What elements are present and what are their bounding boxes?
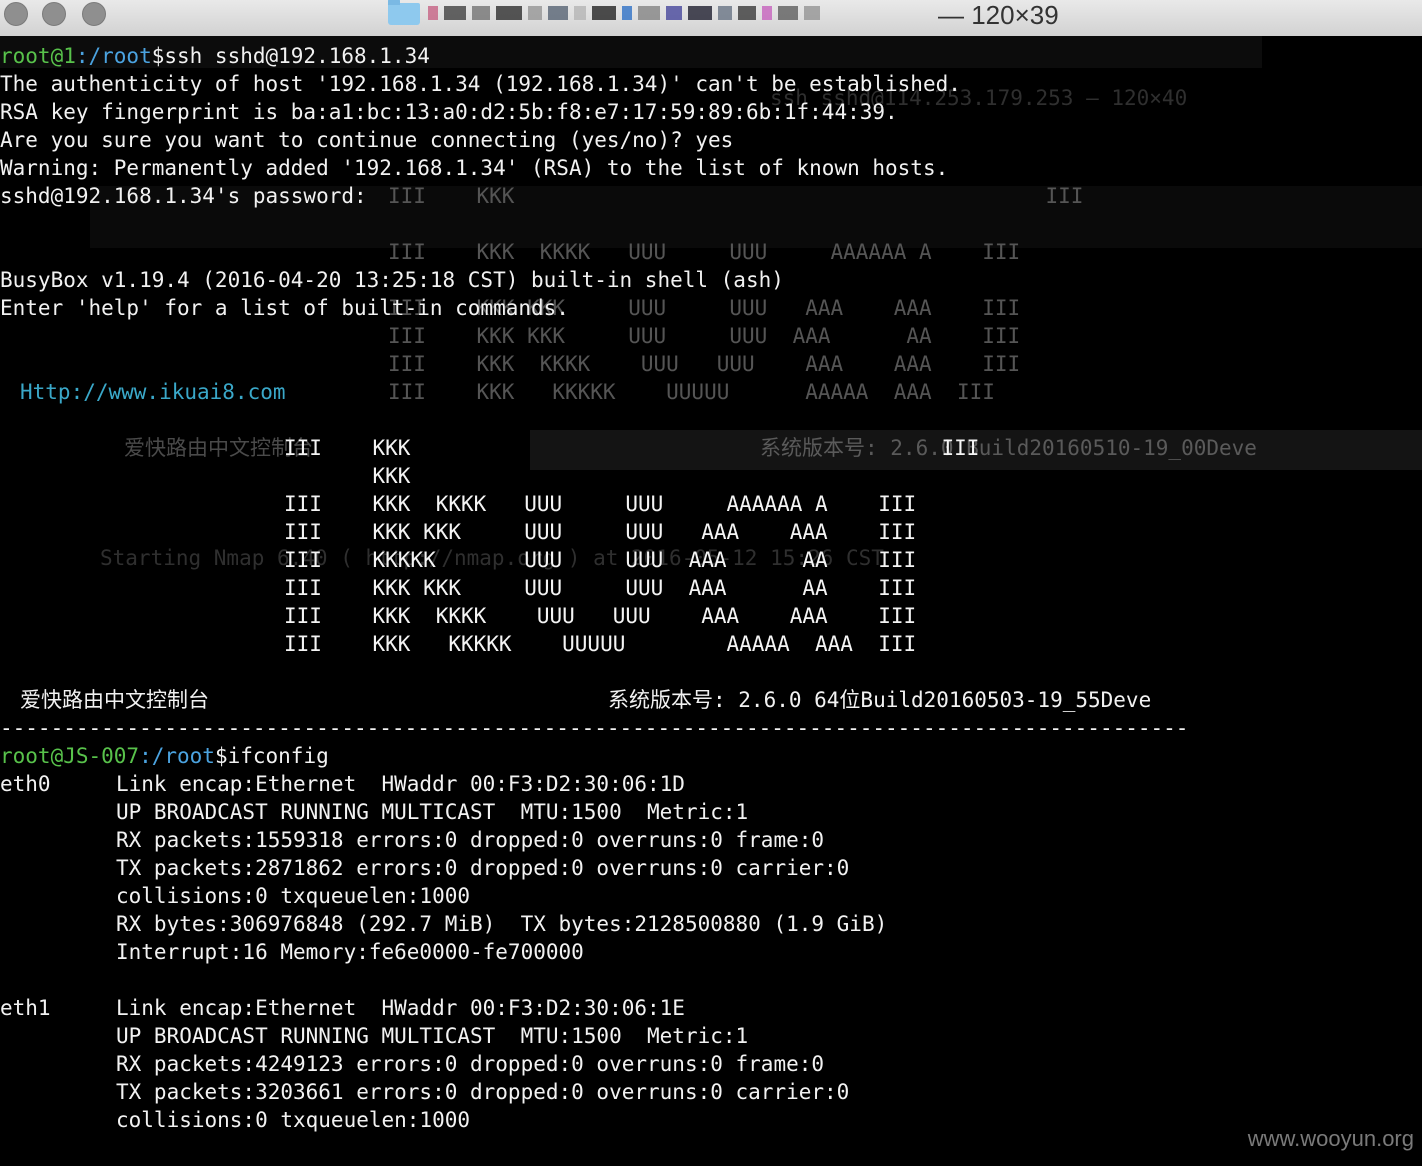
watermark: www.wooyun.org	[1247, 1126, 1414, 1151]
ascii-art-line: III KKK KKK UUU UUU AAA AAA III	[284, 520, 917, 544]
prompt-user: root@JS-007	[0, 744, 140, 768]
console-version: 系统版本号: 2.6.0 64位Build20160503-19_55Deve	[608, 688, 1152, 712]
ifconfig-line: UP BROADCAST RUNNING MULTICAST MTU:1500 …	[116, 800, 749, 824]
ifconfig-line: TX packets:2871862 errors:0 dropped:0 ov…	[116, 856, 850, 880]
ifconfig-line: RX packets:4249123 errors:0 dropped:0 ov…	[116, 1052, 825, 1076]
ssh-output-line: Warning: Permanently added '192.168.1.34…	[0, 156, 949, 180]
terminal-content[interactable]: ssh sshd@114.253.179.253 — 120×40 Starti…	[0, 36, 1422, 1166]
divider-line: ----------------------------------------…	[0, 716, 1190, 740]
ifconfig-prompt-line: root@JS-007:/root$ifconfig	[0, 742, 329, 770]
ascii-art-line: III KKK III	[284, 436, 980, 460]
window-titlebar: — 120×39	[0, 0, 1422, 37]
zoom-window-button[interactable]	[82, 2, 106, 26]
ascii-art-line: III KKK KKKKK UUUUU AAAAA AAA III	[284, 632, 917, 656]
prompt-command: $ifconfig	[214, 744, 329, 768]
prompt-path: :/root	[75, 44, 152, 68]
ssh-output-line: The authenticity of host '192.168.1.34 (…	[0, 72, 961, 96]
close-window-button[interactable]	[4, 2, 28, 26]
ssh-output-line: Are you sure you want to continue connec…	[0, 128, 734, 152]
window-title: — 120×39	[938, 0, 1059, 30]
ifconfig-line: Link encap:Ethernet HWaddr 00:F3:D2:30:0…	[116, 772, 685, 796]
busybox-line: BusyBox v1.19.4 (2016-04-20 13:25:18 CST…	[0, 268, 784, 292]
minimize-window-button[interactable]	[42, 2, 66, 26]
ssh-output-line: RSA key fingerprint is ba:a1:bc:13:a0:d2…	[0, 100, 898, 124]
ascii-art-line: KKK	[284, 464, 411, 488]
ascii-art-line: III KKK KKKK UUU UUU AAAAAA A III	[284, 492, 917, 516]
banner-url: Http://www.ikuai8.com	[20, 380, 286, 404]
ssh-prompt-line: root@1:/root$ssh sshd@192.168.1.34	[0, 42, 430, 70]
ascii-art-line: III KKKKK UUU UUU AAA AA III	[284, 548, 917, 572]
ascii-art-line: III KKK KKKK UUU UUU AAA AAA III	[284, 604, 917, 628]
redacted-title-mosaic	[428, 2, 938, 24]
ifconfig-line: RX packets:1559318 errors:0 dropped:0 ov…	[116, 828, 825, 852]
ifconfig-line: TX packets:3203661 errors:0 dropped:0 ov…	[116, 1080, 850, 1104]
ascii-art-line: III KKK KKK UUU UUU AAA AA III	[284, 576, 917, 600]
ifconfig-line: UP BROADCAST RUNNING MULTICAST MTU:1500 …	[116, 1024, 749, 1048]
ssh-output-line: sshd@192.168.1.34's password:	[0, 184, 367, 208]
console-name: 爱快路由中文控制台	[20, 688, 209, 712]
ifconfig-line: Interrupt:16 Memory:fe6e0000-fe700000	[116, 940, 584, 964]
busybox-line: Enter 'help' for a list of built-in comm…	[0, 296, 569, 320]
interface-name: eth1	[0, 996, 51, 1020]
folder-icon	[388, 0, 420, 25]
ifconfig-line: collisions:0 txqueuelen:1000	[116, 1108, 471, 1132]
prompt-path: :/root	[139, 744, 215, 768]
ifconfig-line: collisions:0 txqueuelen:1000	[116, 884, 471, 908]
prompt-user: root@1	[0, 44, 76, 68]
ifconfig-line: Link encap:Ethernet HWaddr 00:F3:D2:30:0…	[116, 996, 685, 1020]
interface-name: eth0	[0, 772, 51, 796]
prompt-command: $ssh sshd@192.168.1.34	[151, 44, 430, 68]
ifconfig-line: RX bytes:306976848 (292.7 MiB) TX bytes:…	[116, 912, 888, 936]
